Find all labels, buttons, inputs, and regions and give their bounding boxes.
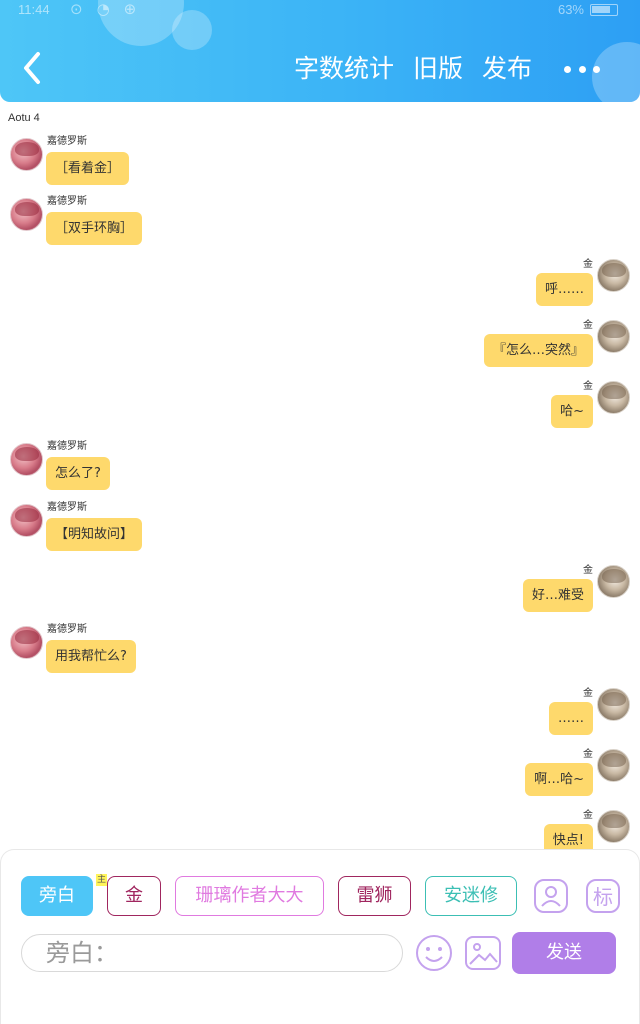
avatar[interactable] [10, 626, 43, 659]
avatar[interactable] [597, 749, 630, 782]
smiley-icon [416, 935, 452, 971]
message-bubble[interactable]: 好…难受 [522, 579, 593, 612]
decor-bubble [172, 10, 212, 50]
role-label: 雷狮 [356, 885, 393, 906]
message-bubble[interactable]: 用我帮忙么? [46, 640, 136, 673]
message-bubble[interactable]: 【明知故问】 [46, 518, 143, 551]
message-bubble[interactable]: 怎么了? [46, 457, 110, 490]
speaker-name: 嘉德罗斯 [47, 624, 87, 635]
battery-icon [590, 4, 618, 16]
message-bubble[interactable]: 哈~ [551, 395, 593, 428]
speaker-name: 金 [583, 688, 593, 699]
status-icons: ⊙◔⊕ [70, 0, 151, 18]
speaker-name: 金 [583, 749, 593, 760]
avatar[interactable] [597, 320, 630, 353]
chat-message[interactable]: 金 呼…… [0, 259, 640, 315]
status-time: 11:44 [18, 2, 50, 17]
role-selector: 旁白 主 金 珊璃作者大大 雷狮 安迷修 标 [21, 874, 621, 920]
message-bubble[interactable]: ［双手环胸］ [46, 212, 143, 245]
chat-message[interactable]: 金 好…难受 [0, 565, 640, 621]
more-dot-icon [578, 65, 586, 73]
chat-message[interactable]: 嘉德罗斯 怎么了? [0, 441, 640, 499]
manage-roles-button[interactable] [533, 878, 569, 914]
avatar[interactable] [597, 259, 630, 292]
role-narrator[interactable]: 旁白 [21, 876, 93, 916]
speaker-name: 金 [583, 565, 593, 576]
avatar[interactable] [597, 381, 630, 414]
chat-message[interactable]: 金 『怎么…突然』 [0, 320, 640, 376]
story-author: Aotu 4 [8, 112, 40, 124]
chat-message[interactable]: 嘉德罗斯 ［双手环胸］ [0, 196, 640, 254]
chat-message[interactable]: 嘉德罗斯 ［看着金］ [0, 136, 640, 194]
role-jin[interactable]: 金 [107, 876, 161, 916]
main-role-tag: 主 [96, 874, 107, 886]
send-button[interactable]: 发送 [512, 932, 616, 974]
role-label: 旁白 [39, 885, 75, 906]
speaker-name: 嘉德罗斯 [47, 196, 87, 207]
avatar[interactable] [10, 138, 43, 171]
chat-message[interactable]: 金 哈~ [0, 381, 640, 437]
speaker-name: 金 [583, 320, 593, 331]
speaker-name: 金 [583, 810, 593, 821]
header-actions: 字数统计 旧版 发布 [275, 54, 532, 84]
image-icon [465, 936, 501, 970]
chat-message[interactable]: 金 快点! [0, 810, 640, 850]
speaker-name: 金 [583, 381, 593, 392]
svg-text:标: 标 [593, 885, 613, 909]
avatar[interactable] [597, 688, 630, 721]
chevron-left-icon [24, 52, 40, 84]
message-bubble[interactable]: 『怎么…突然』 [483, 334, 593, 367]
speaker-name: 金 [583, 259, 593, 270]
avatar[interactable] [597, 565, 630, 598]
input-row: 发送 [21, 932, 621, 976]
chat-message[interactable]: 金 啊…哈~ [0, 749, 640, 805]
word-count-button[interactable]: 字数统计 [294, 54, 394, 84]
chat-message[interactable]: 嘉德罗斯 用我帮忙么? [0, 624, 640, 682]
status-battery-level: 63% [557, 2, 584, 17]
message-bubble[interactable]: 啊…哈~ [525, 763, 593, 796]
tag-button[interactable]: 标 [585, 878, 621, 914]
role-label: 安迷修 [444, 885, 498, 906]
avatar[interactable] [10, 443, 43, 476]
role-leishi[interactable]: 雷狮 [338, 876, 411, 916]
avatar[interactable] [597, 810, 630, 843]
speaker-name: 嘉德罗斯 [47, 502, 87, 513]
image-button[interactable] [464, 934, 502, 972]
emoji-button[interactable] [415, 934, 453, 972]
person-card-icon [534, 879, 568, 913]
message-input[interactable] [21, 934, 403, 972]
message-bubble[interactable]: 呼…… [535, 273, 593, 306]
compose-panel: 旁白 主 金 珊璃作者大大 雷狮 安迷修 标 旁白： 发送 [0, 849, 640, 1024]
avatar[interactable] [10, 504, 43, 537]
message-bubble[interactable]: …… [549, 702, 593, 735]
chat-message[interactable]: 嘉德罗斯 【明知故问】 [0, 502, 640, 560]
role-author[interactable]: 珊璃作者大大 [175, 876, 324, 916]
more-options-button[interactable] [564, 56, 600, 82]
message-bubble[interactable]: 快点! [543, 824, 593, 850]
publish-button[interactable]: 发布 [482, 54, 532, 84]
chat-message[interactable]: 金 …… [0, 688, 640, 744]
old-version-button[interactable]: 旧版 [413, 54, 463, 84]
message-bubble[interactable]: ［看着金］ [46, 152, 130, 185]
role-label: 金 [125, 885, 143, 906]
avatar[interactable] [10, 198, 43, 231]
role-anmixiu[interactable]: 安迷修 [425, 876, 517, 916]
chat-area[interactable]: Aotu 4 嘉德罗斯 ［看着金］ 嘉德罗斯 ［双手环胸］ 金 呼…… 金 『怎… [0, 102, 640, 850]
speaker-name: 嘉德罗斯 [47, 136, 87, 147]
top-app-bar: 11:44 ⊙◔⊕ 63% 字数统计 旧版 发布 [0, 0, 640, 102]
more-dot-icon [564, 65, 571, 73]
back-button[interactable] [18, 48, 52, 88]
more-dot-icon [593, 65, 600, 73]
role-label: 珊璃作者大大 [195, 885, 304, 906]
tag-icon: 标 [586, 879, 620, 913]
speaker-name: 嘉德罗斯 [47, 441, 87, 452]
